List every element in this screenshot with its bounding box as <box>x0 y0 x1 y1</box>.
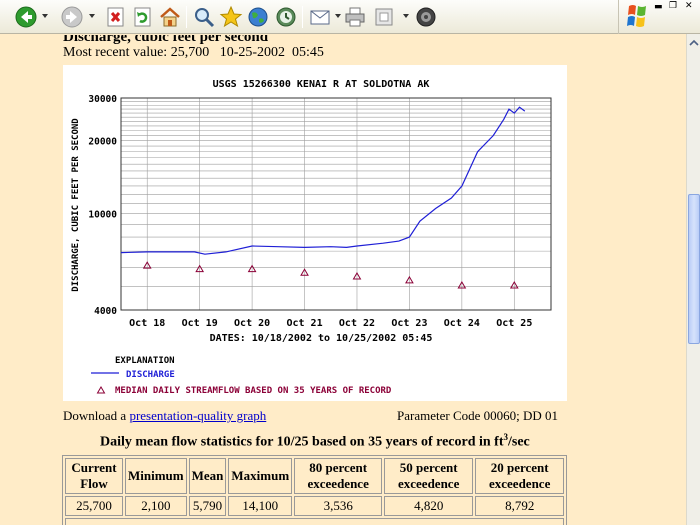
table-header-cell: 50 percent exceedence <box>384 458 474 494</box>
forward-icon[interactable] <box>60 5 84 29</box>
table-cell: 8,792 <box>475 496 565 516</box>
recent-time: 05:45 <box>292 45 324 60</box>
table-header-cell: Minimum <box>125 458 187 494</box>
x-tick-label: Oct 19 <box>182 318 218 329</box>
flow-statistics-table: Current Flow Minimum Mean Maximum 80 per… <box>62 455 568 525</box>
restore-icon[interactable]: ❐ <box>669 1 677 11</box>
edit-icon[interactable] <box>372 5 396 29</box>
table-header-cell: Mean <box>188 458 227 494</box>
x-tick-label: Oct 20 <box>234 318 270 329</box>
browser-toolbar: ▬ ❐ ✕ <box>0 0 700 34</box>
table-header-cell: Maximum <box>228 458 293 494</box>
stats-title-suffix: /sec <box>508 434 530 450</box>
stats-title-text: Daily mean flow statistics for 10/25 bas… <box>100 434 504 450</box>
recent-value: 25,700 <box>170 45 210 60</box>
graph-grid <box>121 98 551 310</box>
x-tick-label: Oct 23 <box>391 318 427 329</box>
download-line: Download a presentation-quality graph <box>63 408 266 424</box>
print-icon[interactable] <box>343 5 367 29</box>
back-dropdown-icon[interactable] <box>42 14 48 18</box>
x-tick-label: Oct 24 <box>444 318 480 329</box>
legend-title: EXPLANATION <box>115 356 175 366</box>
toolbar-separator <box>186 6 187 28</box>
y-axis-label: DISCHARGE, CUBIC FEET PER SECOND <box>71 118 81 292</box>
x-axis-label: DATES: 10/18/2002 to 10/25/2002 05:45 <box>210 333 433 344</box>
x-tick-label: Oct 25 <box>496 318 532 329</box>
discuss-icon[interactable] <box>414 5 438 29</box>
discharge-line <box>120 106 526 255</box>
x-tick-label: Oct 21 <box>286 318 322 329</box>
x-tick-label: Oct 18 <box>129 318 165 329</box>
mail-icon[interactable] <box>308 5 332 29</box>
search-icon[interactable] <box>192 5 216 29</box>
table-cell: 5,790 <box>188 496 227 516</box>
y-axis-ticks: 4000 10000 20000 30000 <box>88 94 117 317</box>
table-header-cell: 80 percent exceedence <box>294 458 383 494</box>
history-icon[interactable] <box>274 5 298 29</box>
legend-median-label: MEDIAN DAILY STREAMFLOW BASED ON 35 YEAR… <box>115 386 392 396</box>
table-header-cell: 20 percent exceedence <box>475 458 565 494</box>
table-header-row: Current Flow Minimum Mean Maximum 80 per… <box>65 458 565 494</box>
media-globe-icon[interactable] <box>246 5 270 29</box>
y-tick-label: 10000 <box>88 210 117 221</box>
x-axis-ticks: Oct 18 Oct 19 Oct 20 Oct 21 Oct 22 Oct 23 Oct … <box>129 318 532 329</box>
favorites-star-icon[interactable] <box>219 5 243 29</box>
scroll-up-arrow-icon[interactable] <box>688 36 700 48</box>
x-tick-label: Oct 22 <box>339 318 375 329</box>
discharge-graph: USGS 15266300 KENAI R AT SOLDOTNA AK 400… <box>63 65 567 401</box>
legend-discharge-label: DISCHARGE <box>126 370 175 380</box>
table-cell <box>65 518 565 525</box>
discharge-graph-svg: USGS 15266300 KENAI R AT SOLDOTNA AK 400… <box>71 79 552 396</box>
legend-median-marker <box>96 386 106 394</box>
graph-series <box>120 106 526 289</box>
most-recent-value: Most recent value: 25,700 10-25-2002 05:… <box>63 45 324 61</box>
refresh-icon[interactable] <box>131 5 155 29</box>
edit-dropdown-icon[interactable] <box>403 14 409 18</box>
minimize-icon[interactable]: ▬ <box>654 2 663 12</box>
windows-logo-icon <box>618 0 654 34</box>
stats-title: Daily mean flow statistics for 10/25 bas… <box>100 432 530 451</box>
download-prefix: Download a <box>63 408 127 423</box>
table-cell: 3,536 <box>294 496 383 516</box>
vertical-scrollbar[interactable] <box>686 34 700 525</box>
table-row-cut <box>65 518 565 525</box>
mail-dropdown-icon[interactable] <box>335 14 341 18</box>
presentation-graph-link[interactable]: presentation-quality graph <box>129 408 266 423</box>
stop-icon[interactable] <box>104 5 128 29</box>
scrollbar-thumb[interactable] <box>688 194 700 344</box>
back-icon[interactable] <box>14 5 38 29</box>
toolbar-separator <box>302 6 303 28</box>
table-cell: 2,100 <box>125 496 187 516</box>
recent-date: 10-25-2002 <box>219 45 286 60</box>
close-icon[interactable]: ✕ <box>685 1 693 11</box>
forward-dropdown-icon[interactable] <box>89 14 95 18</box>
y-tick-label: 4000 <box>94 306 117 317</box>
table-cell: 14,100 <box>228 496 293 516</box>
y-tick-label: 30000 <box>88 94 117 105</box>
home-icon[interactable] <box>158 5 182 29</box>
table-cell: 25,700 <box>65 496 123 516</box>
table-cell: 4,820 <box>384 496 474 516</box>
plot-frame <box>120 97 552 311</box>
table-header-cell: Current Flow <box>65 458 123 494</box>
parameter-code: Parameter Code 00060; DD 01 <box>397 408 559 423</box>
window-controls: ▬ ❐ ✕ <box>654 1 700 34</box>
recent-label: Most recent value: <box>63 45 168 60</box>
table-row: 25,700 2,100 5,790 14,100 3,536 4,820 8,… <box>65 496 565 516</box>
graph-title: USGS 15266300 KENAI R AT SOLDOTNA AK <box>213 79 430 90</box>
y-tick-label: 20000 <box>88 137 117 148</box>
